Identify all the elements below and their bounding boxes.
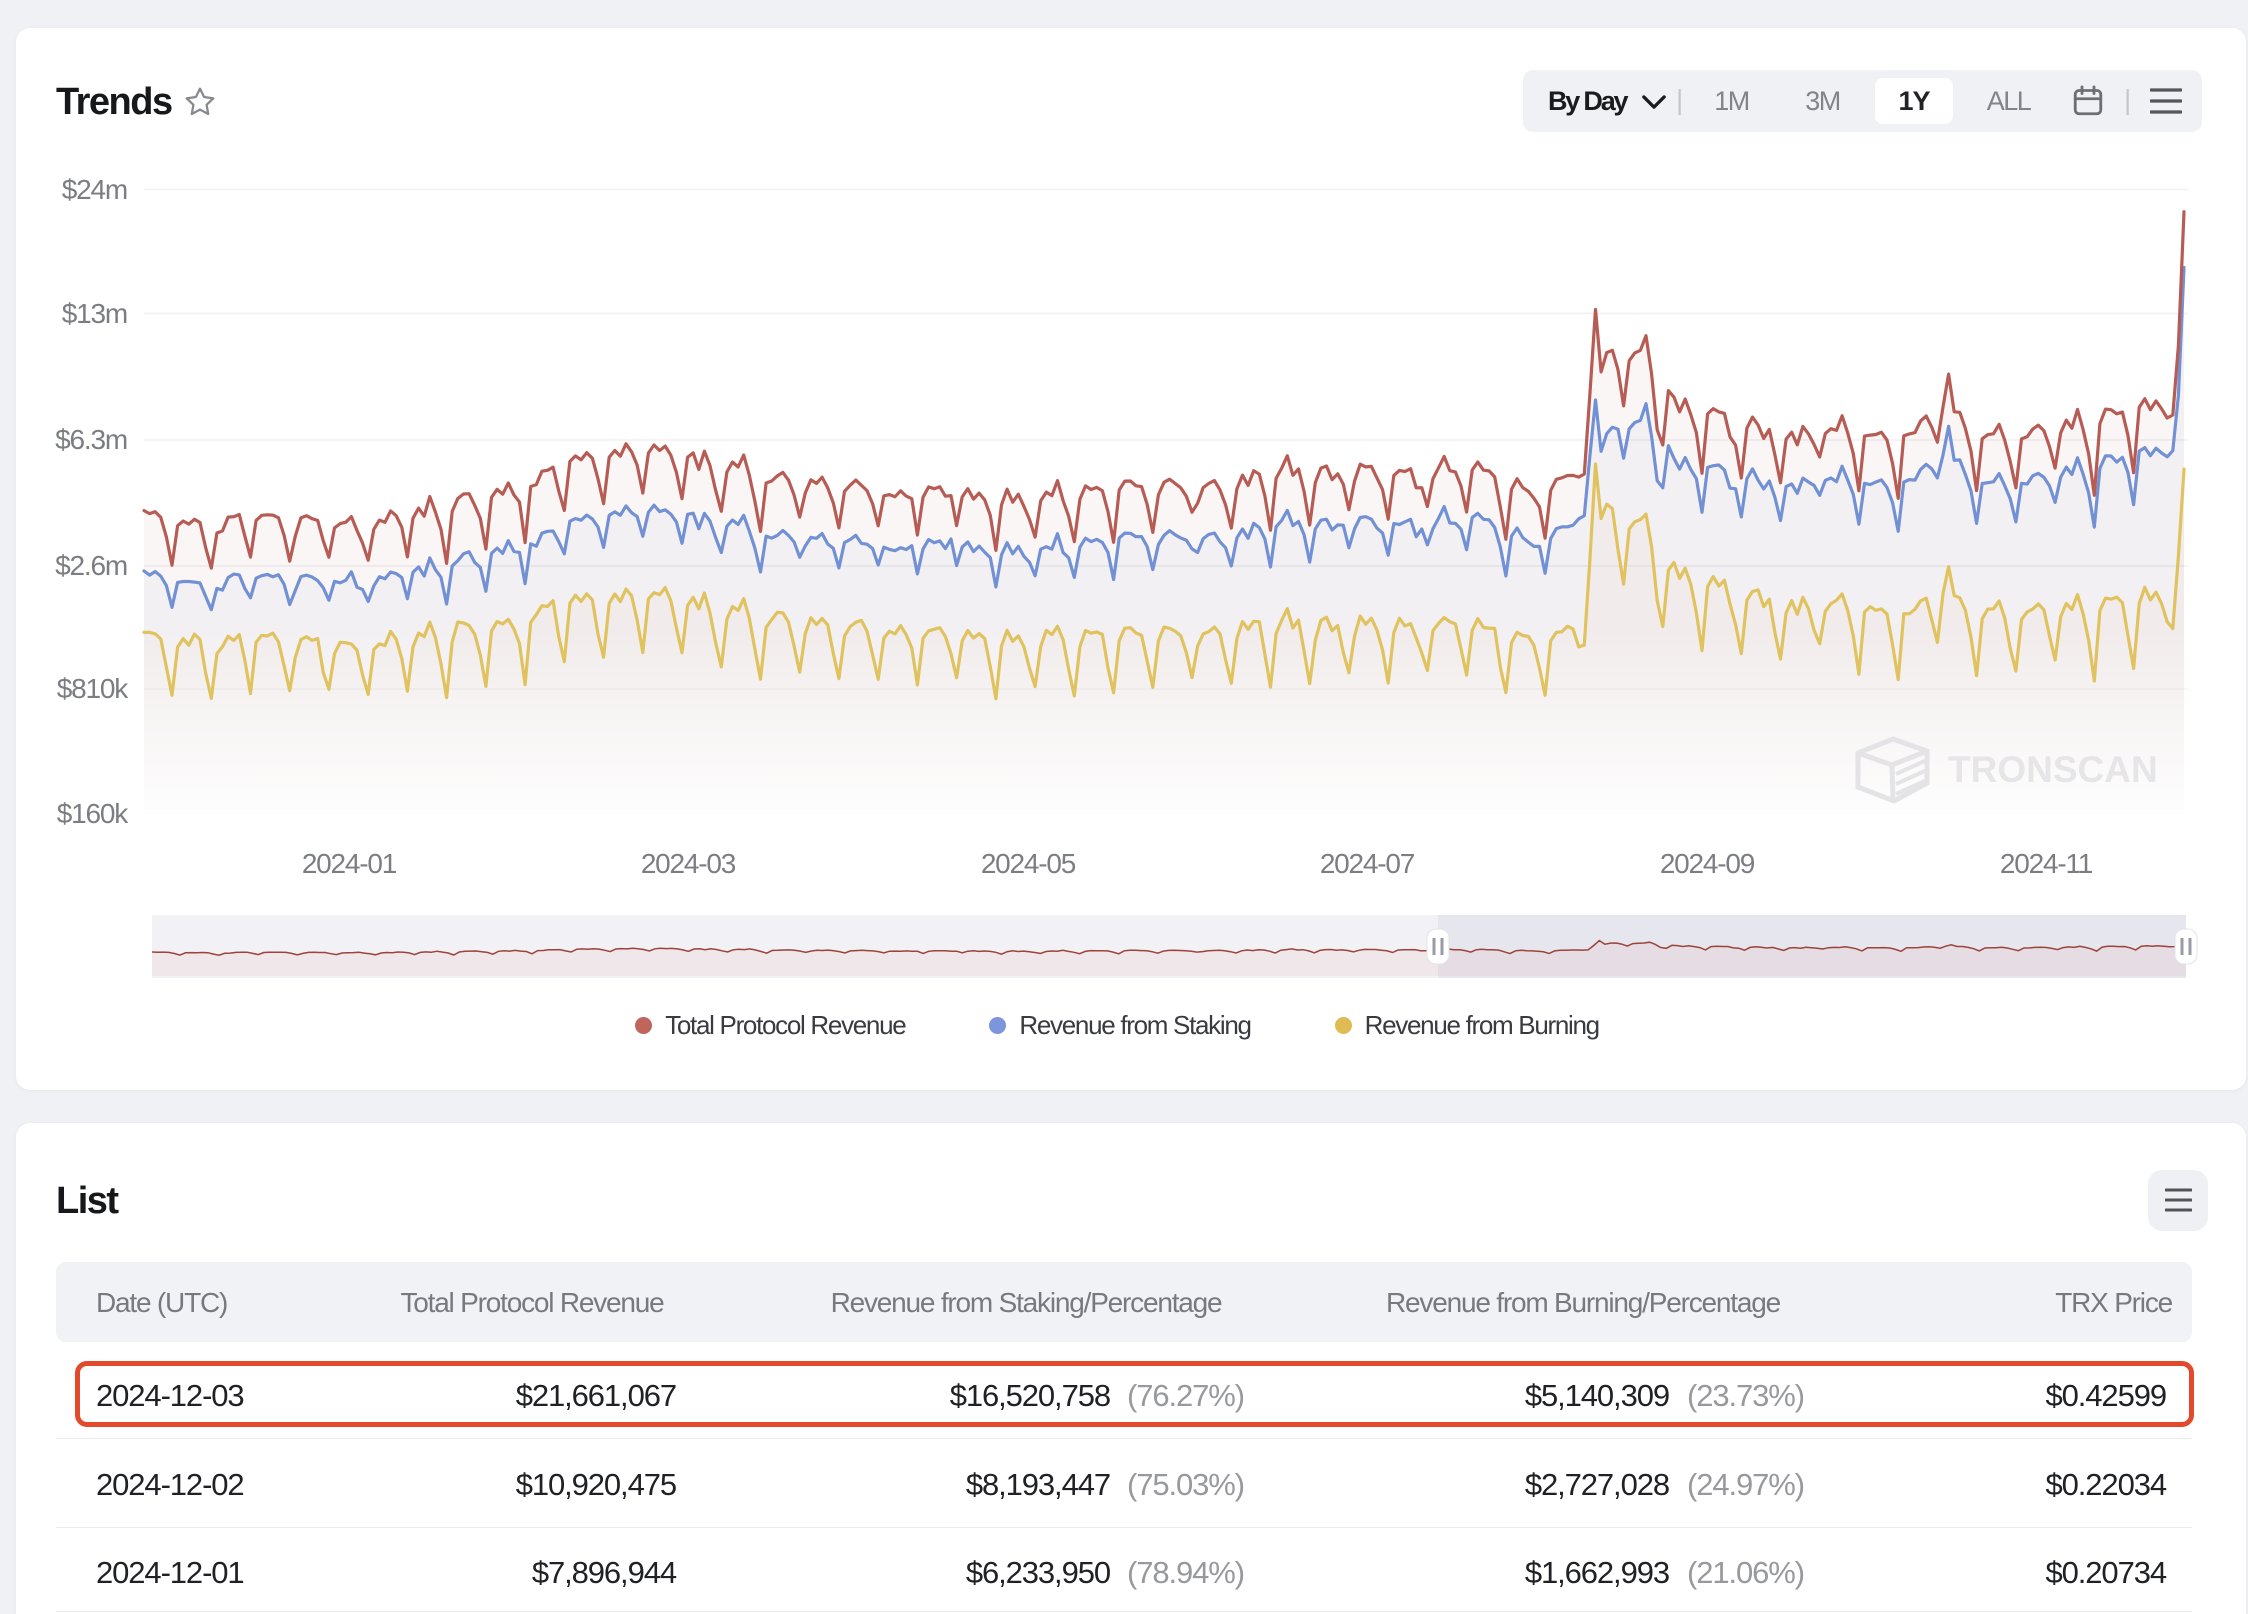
svg-text:TRONSCAN: TRONSCAN [1948, 749, 2158, 790]
